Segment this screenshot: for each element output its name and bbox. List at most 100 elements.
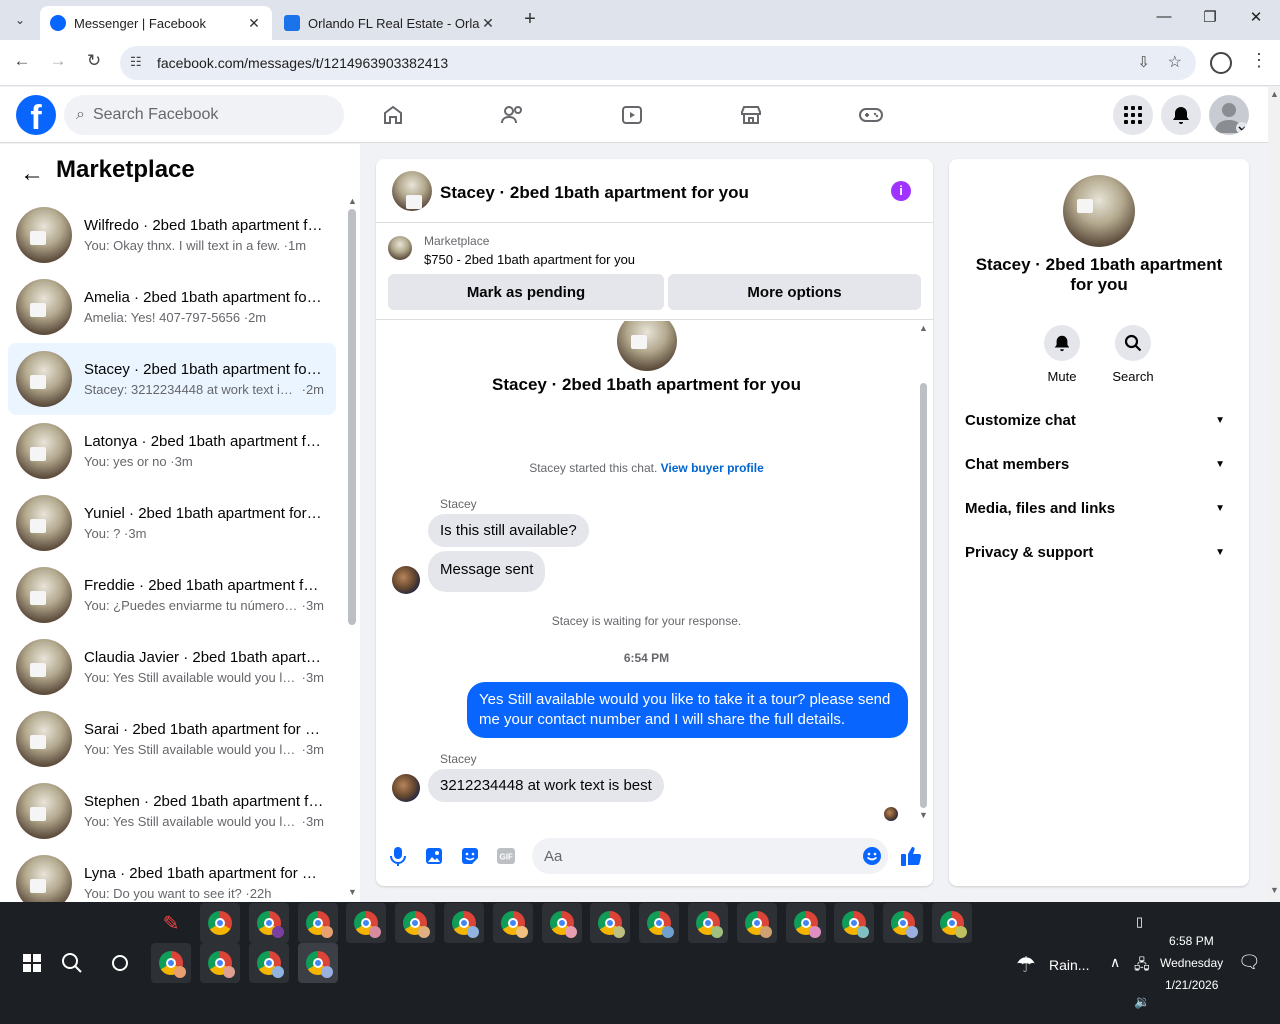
chat-members-section[interactable]: Chat members ▼: [965, 446, 1233, 482]
bookmark-star-icon[interactable]: ☆: [1168, 52, 1182, 72]
conversation-item[interactable]: Freddie · 2bed 1bath apartment for you Yo…: [8, 559, 336, 631]
microphone-icon[interactable]: [386, 844, 410, 868]
pinned-app-icon[interactable]: ✎: [151, 903, 191, 943]
marketplace-icon[interactable]: [731, 97, 771, 133]
friends-icon[interactable]: [492, 97, 532, 133]
close-window-icon[interactable]: ✕: [1244, 8, 1268, 32]
forward-icon[interactable]: →: [46, 51, 70, 75]
facebook-logo-icon[interactable]: f: [16, 95, 56, 137]
chat-title[interactable]: Stacey · 2bed 1bath apartment for you: [440, 183, 749, 203]
photo-icon[interactable]: [422, 844, 446, 868]
restore-icon[interactable]: ❐: [1198, 8, 1222, 32]
show-hidden-icons-chevron-icon[interactable]: ∧: [1110, 954, 1120, 971]
menu-kebab-icon[interactable]: ⋮: [1250, 50, 1268, 71]
chrome-profile-window[interactable]: [200, 903, 240, 943]
minimize-icon[interactable]: —: [1152, 8, 1176, 32]
conversation-item[interactable]: Wilfredo · 2bed 1bath apartment for you Y…: [8, 199, 336, 271]
message-input-box[interactable]: [532, 838, 888, 874]
contact-name[interactable]: Stacey · 2bed 1bath apartment for you: [969, 255, 1229, 295]
mute-action[interactable]: Mute: [1032, 325, 1092, 384]
gaming-icon[interactable]: [851, 97, 891, 133]
chrome-profile-window[interactable]: [395, 903, 436, 943]
thread-scrollbar[interactable]: [920, 383, 927, 808]
mark-as-pending-button[interactable]: Mark as pending: [388, 274, 664, 310]
chrome-profile-window[interactable]: [346, 903, 387, 943]
volume-icon[interactable]: 🔉: [1134, 994, 1150, 1010]
chrome-profile-window[interactable]: [932, 903, 972, 943]
list-scrollbar[interactable]: [348, 209, 356, 625]
menu-grid-icon[interactable]: [1113, 95, 1153, 135]
tab-orlando-real-estate[interactable]: Orlando FL Real Estate - Orland ✕: [274, 6, 506, 40]
weather-text[interactable]: Rain...: [1049, 957, 1089, 973]
clock-date[interactable]: 1/21/2026: [1165, 978, 1218, 992]
chrome-profile-window[interactable]: [834, 903, 875, 943]
scroll-up-icon[interactable]: ▲: [1270, 89, 1279, 99]
install-app-icon[interactable]: ⇩: [1137, 53, 1150, 71]
clock-time[interactable]: 6:58 PM: [1169, 934, 1214, 948]
weather-umbrella-icon[interactable]: ☂: [1016, 952, 1036, 978]
privacy-support-section[interactable]: Privacy & support ▼: [965, 534, 1233, 570]
search-input[interactable]: [92, 106, 313, 124]
back-icon[interactable]: ←: [10, 51, 34, 75]
home-icon[interactable]: [373, 97, 413, 133]
media-files-links-section[interactable]: Media, files and links ▼: [965, 490, 1233, 526]
sticker-icon[interactable]: [458, 844, 482, 868]
chrome-profile-window[interactable]: [785, 903, 826, 943]
task-view-icon[interactable]: [100, 943, 140, 983]
chrome-profile-window[interactable]: [200, 943, 240, 983]
page-scrollbar[interactable]: ▲ ▼: [1268, 87, 1280, 902]
gif-icon[interactable]: GIF: [494, 844, 518, 868]
message-bubble-incoming[interactable]: Is this still available?: [428, 514, 589, 547]
conversation-item[interactable]: Latonya · 2bed 1bath apartment for you Yo…: [8, 415, 336, 487]
chrome-profile-window[interactable]: [151, 943, 191, 983]
clock-day[interactable]: Wednesday: [1160, 956, 1223, 970]
tab-messenger[interactable]: Messenger | Facebook ✕: [40, 6, 272, 40]
contact-avatar[interactable]: [392, 171, 432, 211]
search-icon[interactable]: [1115, 325, 1151, 361]
scroll-up-icon[interactable]: ▲: [348, 196, 357, 206]
back-arrow-icon[interactable]: ←: [20, 160, 44, 188]
close-tab-icon[interactable]: ✕: [480, 15, 496, 32]
close-tab-icon[interactable]: ✕: [246, 15, 262, 32]
conversation-item[interactable]: Claudia Javier · 2bed 1bath apartment fo…: [8, 631, 336, 703]
omnibox[interactable]: ☷ facebook.com/messages/t/12149639033824…: [120, 46, 1196, 80]
scroll-down-icon[interactable]: ▼: [1270, 885, 1279, 895]
chrome-profile-window[interactable]: [736, 903, 777, 943]
conversation-item[interactable]: Yuniel · 2bed 1bath apartment for you You…: [8, 487, 336, 559]
view-buyer-profile-link[interactable]: View buyer profile: [661, 461, 764, 475]
conversation-item[interactable]: Stacey · 2bed 1bath apartment for you Sta…: [8, 343, 336, 415]
message-bubble-incoming[interactable]: 3212234448 at work text is best: [428, 769, 664, 802]
chrome-profile-window[interactable]: [444, 903, 484, 943]
chrome-profile-window[interactable]: [492, 903, 533, 943]
chrome-profile-window[interactable]: [541, 903, 582, 943]
customize-chat-section[interactable]: Customize chat ▼: [965, 402, 1233, 438]
chrome-profile-window[interactable]: [248, 903, 289, 943]
chrome-profile-window[interactable]: [590, 903, 631, 943]
url-text[interactable]: facebook.com/messages/t/1214963903382413: [157, 55, 448, 71]
scroll-down-icon[interactable]: ▼: [919, 810, 928, 820]
search-action[interactable]: Search: [1103, 325, 1163, 384]
sender-avatar[interactable]: [392, 774, 420, 802]
search-box[interactable]: ⌕: [64, 95, 344, 135]
message-input[interactable]: [544, 847, 844, 865]
scroll-down-icon[interactable]: ▼: [348, 887, 357, 897]
tab-search-dropdown-icon[interactable]: ⌄: [8, 8, 32, 32]
chrome-profile-window[interactable]: [639, 903, 680, 943]
start-windows-icon[interactable]: [12, 943, 52, 983]
conversation-item[interactable]: Sarai · 2bed 1bath apartment for you You:…: [8, 703, 336, 775]
chrome-profile-window[interactable]: [297, 903, 338, 943]
site-info-icon[interactable]: ☷: [130, 54, 142, 70]
profile-icon[interactable]: [1210, 52, 1232, 74]
message-bubble-incoming[interactable]: Message sent: [428, 551, 546, 592]
chrome-profile-window[interactable]: [298, 943, 338, 983]
sender-avatar[interactable]: [392, 566, 420, 594]
listing-thumbnail[interactable]: [388, 236, 412, 260]
chrome-profile-window[interactable]: [883, 903, 924, 943]
notifications-bell-icon[interactable]: [1161, 95, 1201, 135]
reload-icon[interactable]: ↻: [82, 51, 106, 75]
emoji-icon[interactable]: [862, 846, 882, 871]
video-icon[interactable]: [612, 97, 652, 133]
new-tab-icon[interactable]: +: [518, 8, 542, 32]
info-icon[interactable]: i: [891, 181, 911, 201]
thumbs-up-icon[interactable]: [899, 844, 923, 868]
